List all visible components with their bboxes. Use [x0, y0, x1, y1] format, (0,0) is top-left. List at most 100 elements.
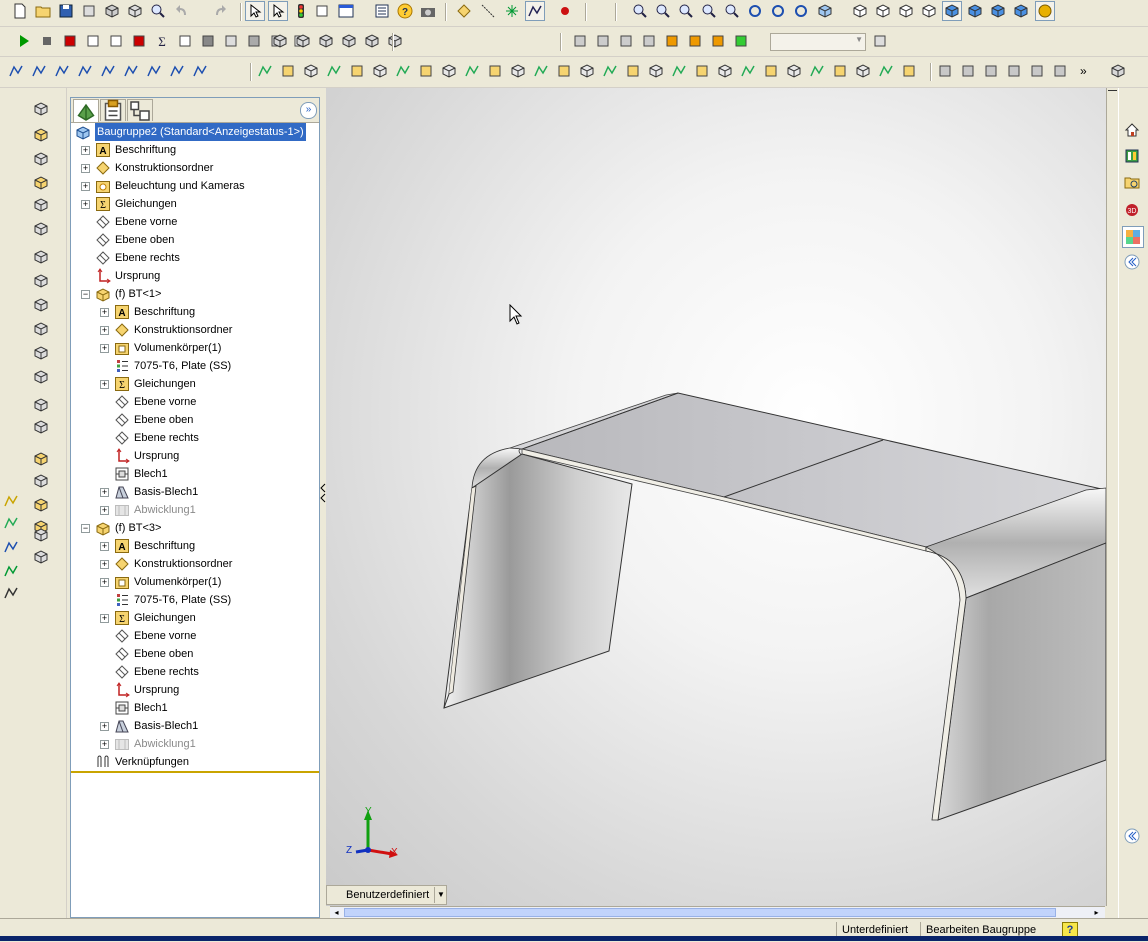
- expand-icon[interactable]: +: [100, 577, 109, 587]
- scroll-right-icon[interactable]: ▸: [1092, 908, 1101, 917]
- feature-tool-3-icon[interactable]: [301, 61, 321, 81]
- loft-icon[interactable]: [32, 174, 50, 192]
- expand-icon[interactable]: +: [100, 541, 109, 551]
- scroll-left-icon[interactable]: ◂: [332, 908, 341, 917]
- revolve-boss-icon[interactable]: [32, 126, 50, 144]
- feature-tool-12-icon[interactable]: [508, 61, 528, 81]
- smart-dimension-icon[interactable]: [52, 61, 72, 81]
- feature-tool-9-icon[interactable]: [439, 61, 459, 81]
- chamfer-icon[interactable]: [32, 220, 50, 238]
- feature-tool-18-icon[interactable]: [646, 61, 666, 81]
- properties-icon[interactable]: [372, 1, 392, 21]
- feature-tool-16-icon[interactable]: [600, 61, 620, 81]
- sheetmetal-unfold-icon[interactable]: [1004, 61, 1024, 81]
- stack-icon[interactable]: [708, 31, 728, 51]
- options-icon[interactable]: [102, 1, 122, 21]
- design-library-icon[interactable]: [1122, 146, 1142, 166]
- insert-icon[interactable]: [316, 31, 336, 51]
- save-icon[interactable]: [56, 1, 76, 21]
- draft-icon[interactable]: [32, 296, 50, 314]
- weld-icon[interactable]: [121, 61, 141, 81]
- spline-icon[interactable]: [32, 548, 50, 566]
- feature-tool-27-icon[interactable]: [853, 61, 873, 81]
- hidden-lines-removed-icon[interactable]: [896, 1, 916, 21]
- feature-tool-20-icon[interactable]: [692, 61, 712, 81]
- apple-icon[interactable]: [731, 31, 751, 51]
- section-view-icon[interactable]: [1011, 1, 1031, 21]
- feature-tool-13-icon[interactable]: [531, 61, 551, 81]
- plane-icon[interactable]: [2, 492, 20, 510]
- tree-item[interactable]: 7075-T6, Plate (SS): [100, 357, 231, 375]
- stop-animation-icon[interactable]: [570, 31, 590, 51]
- mate-icon[interactable]: [362, 31, 382, 51]
- tree-item[interactable]: Blech1: [100, 699, 168, 717]
- collapse-task-pane-icon[interactable]: [1122, 252, 1142, 272]
- feature-tool-14-icon[interactable]: [554, 61, 574, 81]
- expand-panel-icon[interactable]: »: [300, 102, 317, 119]
- realview-icon[interactable]: [1035, 1, 1055, 21]
- tree-item[interactable]: + Σ Gleichungen: [100, 609, 196, 627]
- expand-icon[interactable]: +: [100, 613, 109, 623]
- pan-icon[interactable]: [768, 1, 788, 21]
- assembly-new-icon[interactable]: [293, 31, 313, 51]
- tree-item[interactable]: Ebene vorne: [100, 627, 196, 645]
- tree-item[interactable]: Blech1: [100, 465, 168, 483]
- feature-tool-2-icon[interactable]: [278, 61, 298, 81]
- reference-plane-icon[interactable]: [32, 496, 50, 514]
- curve-icon[interactable]: [32, 472, 50, 490]
- flag-icon[interactable]: [144, 61, 164, 81]
- tab-configuration-manager[interactable]: [127, 99, 153, 121]
- tree-item[interactable]: + Abwicklung1: [100, 501, 196, 519]
- tree-item[interactable]: + Beleuchtung und Kameras: [81, 177, 245, 195]
- camera-icon[interactable]: [418, 1, 438, 21]
- point-cloud-icon[interactable]: [32, 526, 50, 544]
- collapse-task-pane-bottom-icon[interactable]: [1122, 826, 1142, 846]
- sheetmetal-flat-icon[interactable]: [1050, 61, 1070, 81]
- feature-tool-11-icon[interactable]: [485, 61, 505, 81]
- measure-icon[interactable]: [244, 31, 264, 51]
- configuration-dropdown[interactable]: ▼: [770, 33, 866, 51]
- coordinate-system-icon[interactable]: [2, 538, 20, 556]
- tree-item[interactable]: Ursprung: [100, 447, 179, 465]
- tree-item[interactable]: Verknüpfungen: [81, 753, 189, 771]
- tree-item[interactable]: + A Beschriftung: [81, 141, 176, 159]
- zoom-area-icon[interactable]: [676, 1, 696, 21]
- checkbox-icon[interactable]: [98, 61, 118, 81]
- point-icon[interactable]: [2, 562, 20, 580]
- feature-tool-6-icon[interactable]: [370, 61, 390, 81]
- tree-item[interactable]: + Basis-Blech1: [100, 483, 198, 501]
- feature-tool-4-icon[interactable]: [324, 61, 344, 81]
- feature-tool-1-icon[interactable]: [255, 61, 275, 81]
- feature-tool-29-icon[interactable]: [899, 61, 919, 81]
- rotate-icon[interactable]: [630, 1, 650, 21]
- tree-item[interactable]: Ebene vorne: [81, 213, 177, 231]
- axis-icon[interactable]: [2, 514, 20, 532]
- window-icon[interactable]: [336, 1, 356, 21]
- feature-tool-7-icon[interactable]: [393, 61, 413, 81]
- plane-tool-icon[interactable]: [454, 1, 474, 21]
- toolbar-overflow-icon[interactable]: »: [1080, 64, 1087, 78]
- draft-quality-icon[interactable]: [919, 1, 939, 21]
- feature-tool-22-icon[interactable]: [738, 61, 758, 81]
- feature-tool-8-icon[interactable]: [416, 61, 436, 81]
- tree-root-assembly[interactable]: Baugruppe2 (Standard<Anzeigestatus-1>): [75, 123, 306, 141]
- tree-item[interactable]: + Σ Gleichungen: [100, 375, 196, 393]
- linear-pattern-icon[interactable]: [32, 396, 50, 414]
- point-tool-icon[interactable]: [502, 1, 522, 21]
- tree-item[interactable]: + Σ Gleichungen: [81, 195, 177, 213]
- feature-tool-23-icon[interactable]: [761, 61, 781, 81]
- options-icon[interactable]: [198, 31, 218, 51]
- mirror-icon[interactable]: [32, 450, 50, 468]
- sketch-overflow-icon[interactable]: [1108, 61, 1128, 81]
- feature-tool-25-icon[interactable]: [807, 61, 827, 81]
- zoom-out-icon[interactable]: [722, 1, 742, 21]
- tree-item[interactable]: Ursprung: [81, 267, 160, 285]
- collapse-icon[interactable]: −: [81, 289, 90, 299]
- expand-icon[interactable]: +: [81, 145, 90, 155]
- sweep-icon[interactable]: [32, 150, 50, 168]
- feature-tool-10-icon[interactable]: [462, 61, 482, 81]
- undo-icon[interactable]: [172, 1, 192, 21]
- tree-item[interactable]: − (f) BT<3>: [81, 519, 161, 537]
- tree-item[interactable]: + Abwicklung1: [100, 735, 196, 753]
- print-icon[interactable]: [79, 1, 99, 21]
